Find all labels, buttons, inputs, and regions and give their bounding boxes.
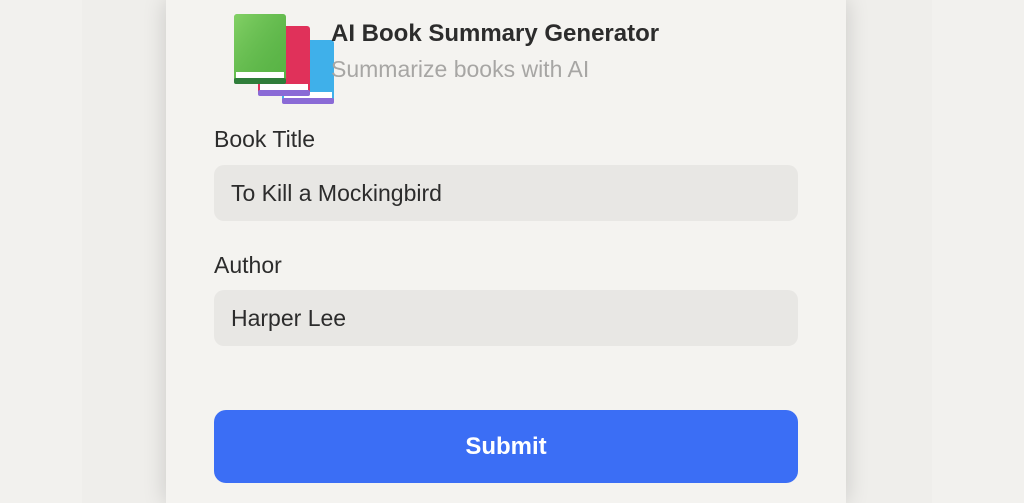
books-icon — [234, 14, 338, 110]
book-title-field[interactable] — [214, 165, 798, 221]
submit-button[interactable]: Submit — [214, 410, 798, 483]
app-subtitle: Summarize books with AI — [331, 56, 590, 82]
page: AI Book Summary Generator Summarize book… — [0, 0, 1024, 503]
author-label: Author — [214, 252, 282, 278]
author-field[interactable] — [214, 290, 798, 346]
book-title-input[interactable] — [214, 165, 798, 221]
book-title-label: Book Title — [214, 126, 315, 152]
app-title: AI Book Summary Generator — [331, 20, 660, 47]
author-input[interactable] — [214, 290, 798, 346]
